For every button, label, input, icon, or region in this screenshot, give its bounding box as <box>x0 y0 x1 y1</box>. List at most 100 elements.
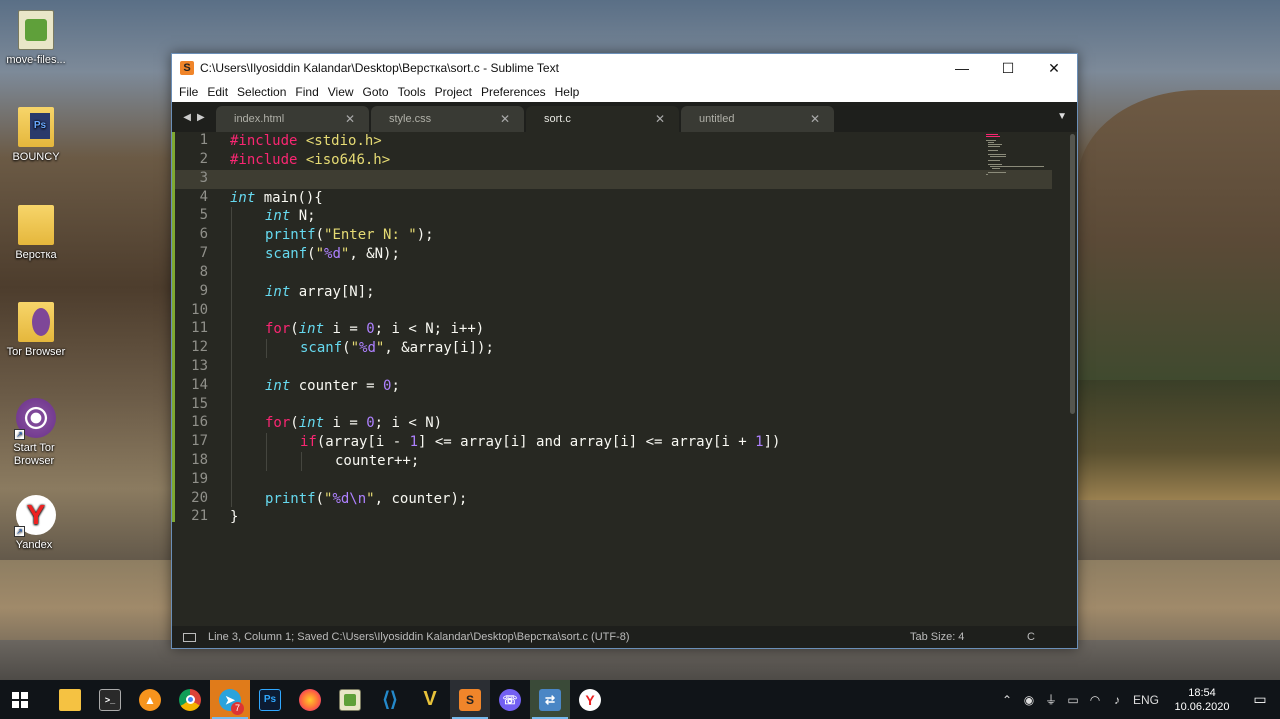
volume-icon[interactable]: ♪ <box>1106 693 1128 707</box>
line-number: 13 <box>191 358 208 374</box>
tab-size-indicator[interactable]: Tab Size: 4 <box>910 631 1027 643</box>
line-number: 12 <box>191 339 208 355</box>
tab-close-icon[interactable]: ✕ <box>345 112 355 126</box>
notification-badge: 7 <box>231 702 244 715</box>
taskbar-telegram[interactable]: ➤ 7 <box>210 680 250 719</box>
title-bar[interactable]: S C:\Users\Ilyosiddin Kalandar\Desktop\В… <box>172 54 1077 82</box>
desktop-icon-bouncy[interactable]: Ps BOUNCY <box>0 107 72 164</box>
sublime-icon: S <box>459 688 481 711</box>
desktop-icon-verstka[interactable]: Верстка <box>0 205 72 262</box>
taskbar-avast[interactable]: ▲ <box>130 680 170 719</box>
language-indicator[interactable]: ENG <box>1128 693 1164 707</box>
arrow-right-icon[interactable]: ▶ <box>197 112 205 123</box>
minimize-button[interactable]: — <box>939 54 985 82</box>
notification-center-icon[interactable]: ▭ <box>1240 691 1280 708</box>
code-line-2: #include <iso646.h> <box>230 152 391 168</box>
code-line-20: printf("%d\n", counter); <box>265 491 468 507</box>
chevron-up-icon[interactable]: ⌃ <box>996 693 1018 707</box>
tab-close-icon[interactable]: ✕ <box>810 112 820 126</box>
menu-goto[interactable]: Goto <box>359 85 394 99</box>
chrome-tray-icon[interactable]: ◉ <box>1018 693 1040 707</box>
code-line-6: printf("Enter N: "); <box>265 227 434 243</box>
desktop-icon-move-files[interactable]: move-files... <box>0 10 72 67</box>
tab-close-icon[interactable]: ✕ <box>500 112 510 126</box>
menu-help[interactable]: Help <box>551 85 585 99</box>
desktop-icon-start-tor-browser[interactable]: ↗ Start Tor Browser <box>0 398 70 468</box>
usb-icon[interactable]: ⏚ <box>1040 691 1062 708</box>
desktop-icon-yandex[interactable]: Y ↗ Yandex <box>0 495 70 552</box>
clock[interactable]: 18:54 10.06.2020 <box>1164 686 1240 714</box>
maximize-button[interactable]: ☐ <box>985 54 1031 82</box>
tab-label: sort.c <box>544 113 571 125</box>
window-title: C:\Users\Ilyosiddin Kalandar\Desktop\Вер… <box>200 61 559 75</box>
menu-tools[interactable]: Tools <box>394 85 431 99</box>
desktop-icon-label: BOUNCY <box>12 151 60 163</box>
tab-nav-arrows[interactable]: ◀ ▶ <box>172 102 216 132</box>
line-number: 4 <box>199 189 208 205</box>
code-line-17: if(array[i - 1] <= array[i] and array[i]… <box>300 434 781 450</box>
menu-preferences[interactable]: Preferences <box>477 85 551 99</box>
tab-close-icon[interactable]: ✕ <box>655 112 665 126</box>
taskbar-file-explorer[interactable] <box>50 680 90 719</box>
taskbar-firefox[interactable] <box>290 680 330 719</box>
taskbar-notepadpp[interactable] <box>330 680 370 719</box>
menu-find[interactable]: Find <box>291 85 323 99</box>
taskbar-yandex[interactable]: Y <box>570 680 610 719</box>
desktop-icon-label: Верстка <box>15 249 57 261</box>
code-editor[interactable]: 1 2 3 4 5 6 7 8 9 10 11 12 13 14 15 16 1… <box>172 132 1077 627</box>
taskbar-chrome[interactable] <box>170 680 210 719</box>
line-number: 5 <box>199 207 208 223</box>
status-bar: Line 3, Column 1; Saved C:\Users\Ilyosid… <box>172 626 1077 648</box>
code-line-14: int counter = 0; <box>265 378 400 394</box>
menu-edit[interactable]: Edit <box>203 85 233 99</box>
minimap[interactable] <box>984 132 1054 192</box>
terminal-icon: >_ <box>99 688 121 711</box>
code-line-12: scanf("%d", &array[i]); <box>300 340 494 356</box>
code-line-16: for(int i = 0; i < N) <box>265 415 443 431</box>
line-number: 17 <box>191 433 208 449</box>
desktop-icon-label: move-files... <box>6 54 66 66</box>
tab-untitled[interactable]: untitled ✕ <box>681 106 834 132</box>
tab-sort-c[interactable]: sort.c ✕ <box>526 106 679 132</box>
menu-file[interactable]: File <box>175 85 203 99</box>
tor-icon: ↗ <box>14 398 56 440</box>
menu-view[interactable]: View <box>324 85 359 99</box>
taskbar: >_ ▲ ➤ 7 Ps ⟨⟩ V S ☏ ⇄ Y ⌃ ◉ ⏚ ▭ ◠ ♪ ENG… <box>0 680 1280 719</box>
yandex-icon: Y ↗ <box>14 495 56 537</box>
syntax-indicator[interactable]: C <box>1027 631 1077 643</box>
taskbar-viber[interactable]: ☏ <box>490 680 530 719</box>
windows-logo-icon <box>12 691 28 708</box>
menu-selection[interactable]: Selection <box>233 85 291 99</box>
vertical-scrollbar[interactable] <box>1070 134 1075 414</box>
line-number: 2 <box>199 151 208 167</box>
viber-icon: ☏ <box>499 688 521 711</box>
line-number: 15 <box>191 396 208 412</box>
taskbar-photoshop[interactable]: Ps <box>250 680 290 719</box>
arrow-left-icon[interactable]: ◀ <box>183 112 191 123</box>
line-number: 19 <box>191 471 208 487</box>
line-number: 7 <box>199 245 208 261</box>
taskbar-vim[interactable]: V <box>410 680 450 719</box>
sublime-window: S C:\Users\Ilyosiddin Kalandar\Desktop\В… <box>171 53 1078 649</box>
desktop-icon-tor-browser[interactable]: Tor Browser <box>0 302 72 359</box>
taskbar-network-app[interactable]: ⇄ <box>530 680 570 719</box>
vscode-icon: ⟨⟩ <box>382 689 398 711</box>
tab-dropdown-icon[interactable]: ▼ <box>1057 111 1067 122</box>
yandex-icon: Y <box>579 688 601 711</box>
wifi-icon[interactable]: ◠ <box>1084 693 1106 707</box>
taskbar-terminal[interactable]: >_ <box>90 680 130 719</box>
taskbar-vscode[interactable]: ⟨⟩ <box>370 680 410 719</box>
battery-icon[interactable]: ▭ <box>1062 693 1084 707</box>
menu-project[interactable]: Project <box>431 85 477 99</box>
line-number: 14 <box>191 377 208 393</box>
taskbar-sublime[interactable]: S <box>450 680 490 719</box>
close-button[interactable]: ✕ <box>1031 54 1077 82</box>
panel-toggle-icon[interactable] <box>183 632 196 642</box>
tab-index-html[interactable]: index.html ✕ <box>216 106 369 132</box>
folder-icon: Ps <box>18 107 54 147</box>
chrome-icon <box>179 688 201 711</box>
start-button[interactable] <box>0 680 40 719</box>
tab-style-css[interactable]: style.css ✕ <box>371 106 524 132</box>
avast-icon: ▲ <box>139 688 161 711</box>
tab-label: style.css <box>389 113 432 125</box>
